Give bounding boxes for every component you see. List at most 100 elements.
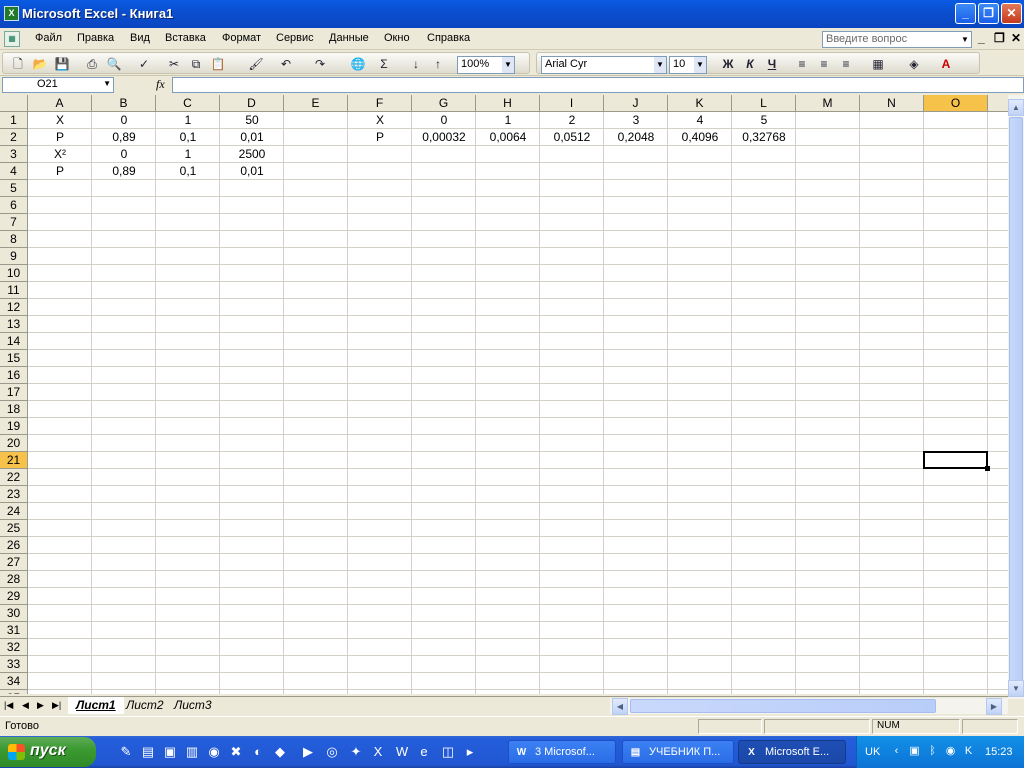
cell-b3[interactable]: 0 [92,146,156,163]
menu-window[interactable]: Окно [384,32,410,44]
restore-button[interactable]: ❐ [978,3,999,24]
scroll-left-icon[interactable]: ◀ [612,698,628,715]
antivirus-icon[interactable]: K [961,744,976,759]
last-sheet-icon[interactable]: ▶| [52,700,61,711]
document-icon[interactable]: ▦ [4,31,20,47]
row-header-12[interactable]: 12 [0,299,28,316]
format-painter-icon[interactable]: 🖌 [247,56,265,72]
doc-close-button[interactable]: ✕ [1011,31,1021,45]
row-header-25[interactable]: 25 [0,520,28,537]
print-preview-icon[interactable]: 🔍 [105,56,123,72]
row-header-18[interactable]: 18 [0,401,28,418]
cell-g1[interactable]: 0 [412,112,476,129]
row-header-27[interactable]: 27 [0,554,28,571]
horizontal-scrollbar[interactable]: ◀ ▶ [610,698,1008,715]
spelling-icon[interactable]: ✓ [135,56,153,72]
cell-d1[interactable]: 50 [220,112,284,129]
row-header-21[interactable]: 21 [0,452,28,469]
column-header-o[interactable]: O [924,95,988,112]
column-header-i[interactable]: I [540,95,604,112]
language-indicator[interactable]: UK [865,746,880,758]
taskbar-button-word[interactable]: W 3 Microsof... [508,740,616,764]
ie-icon[interactable]: e [416,744,432,760]
menu-data[interactable]: Данные [329,32,369,44]
align-right-icon[interactable]: ≡ [837,56,855,72]
column-header-n[interactable]: N [860,95,924,112]
new-icon[interactable]: 🗋 [9,56,27,72]
underline-button[interactable]: Ч [763,56,781,72]
fx-icon[interactable]: fx [156,77,165,92]
chevron-down-icon[interactable]: ▼ [502,57,514,73]
menu-view[interactable]: Вид [130,32,150,44]
row-header-20[interactable]: 20 [0,435,28,452]
folder-icon[interactable]: ▤ [140,744,156,760]
select-all-corner[interactable] [0,95,28,112]
prev-sheet-icon[interactable]: ◀ [22,700,29,711]
row-header-26[interactable]: 26 [0,537,28,554]
column-header-a[interactable]: A [28,95,92,112]
row-header-33[interactable]: 33 [0,656,28,673]
column-header-b[interactable]: B [92,95,156,112]
cell-h1[interactable]: 1 [476,112,540,129]
column-header-l[interactable]: L [732,95,796,112]
row-header-13[interactable]: 13 [0,316,28,333]
title-bar[interactable]: X Microsoft Excel - Книга1 _ ❐ ✕ [0,0,1024,28]
menu-insert[interactable]: Вставка [165,32,206,44]
cell-a4[interactable]: P [28,163,92,180]
excel-icon[interactable]: X [370,744,386,760]
cell-k1[interactable]: 4 [668,112,732,129]
row-header-16[interactable]: 16 [0,367,28,384]
row-header-31[interactable]: 31 [0,622,28,639]
menu-help[interactable]: Справка [427,32,470,44]
row-header-9[interactable]: 9 [0,248,28,265]
cell-a2[interactable]: P [28,129,92,146]
cell-d3[interactable]: 2500 [220,146,284,163]
cell-c3[interactable]: 1 [156,146,220,163]
row-header-30[interactable]: 30 [0,605,28,622]
font-select[interactable]: Arial Cyr ▼ [541,56,667,74]
cell-k2[interactable]: 0,4096 [668,129,732,146]
sort-descending-icon[interactable]: ↑ [429,56,447,72]
cell-b1[interactable]: 0 [92,112,156,129]
media-player-icon[interactable]: ▶ [300,744,316,760]
row-header-22[interactable]: 22 [0,469,28,486]
cell-f1[interactable]: X [348,112,412,129]
minimize-button[interactable]: _ [955,3,976,24]
row-header-1[interactable]: 1 [0,112,28,129]
row-header-15[interactable]: 15 [0,350,28,367]
scroll-up-icon[interactable]: ▲ [1008,99,1024,116]
column-header-g[interactable]: G [412,95,476,112]
app-icon[interactable]: ◫ [440,744,456,760]
borders-icon[interactable]: ▦ [869,56,887,72]
word-icon[interactable]: W [394,744,410,760]
italic-button[interactable]: К [741,56,759,72]
cell-g2[interactable]: 0,00032 [412,129,476,146]
row-header-14[interactable]: 14 [0,333,28,350]
column-header-f[interactable]: F [348,95,412,112]
cell-i1[interactable]: 2 [540,112,604,129]
active-cell-cursor[interactable] [923,451,990,471]
tab-sheet2[interactable]: Лист2 [118,697,172,714]
menu-format[interactable]: Формат [222,32,261,44]
open-icon[interactable]: 📂 [31,56,49,72]
app-icon[interactable]: ✦ [348,744,364,760]
chevron-down-icon[interactable]: ▼ [654,57,666,73]
app-icon[interactable]: ◆ [272,744,288,760]
formula-input[interactable] [172,77,1024,93]
paste-icon[interactable]: 📋 [209,56,227,72]
menu-tools[interactable]: Сервис [276,32,314,44]
start-button[interactable]: пуск [0,737,96,767]
help-search-input[interactable]: Введите вопрос ▼ [822,31,972,48]
app-icon[interactable]: ◐ [250,744,266,760]
row-header-32[interactable]: 32 [0,639,28,656]
row-header-34[interactable]: 34 [0,673,28,690]
column-header-m[interactable]: M [796,95,860,112]
cell-d4[interactable]: 0,01 [220,163,284,180]
row-header-3[interactable]: 3 [0,146,28,163]
menu-edit[interactable]: Правка [77,32,114,44]
redo-icon[interactable]: ↷ [311,56,329,72]
menu-file[interactable]: Файл [35,32,62,44]
close-button[interactable]: ✕ [1001,3,1022,24]
cell-f2[interactable]: P [348,129,412,146]
cell-l2[interactable]: 0,32768 [732,129,796,146]
